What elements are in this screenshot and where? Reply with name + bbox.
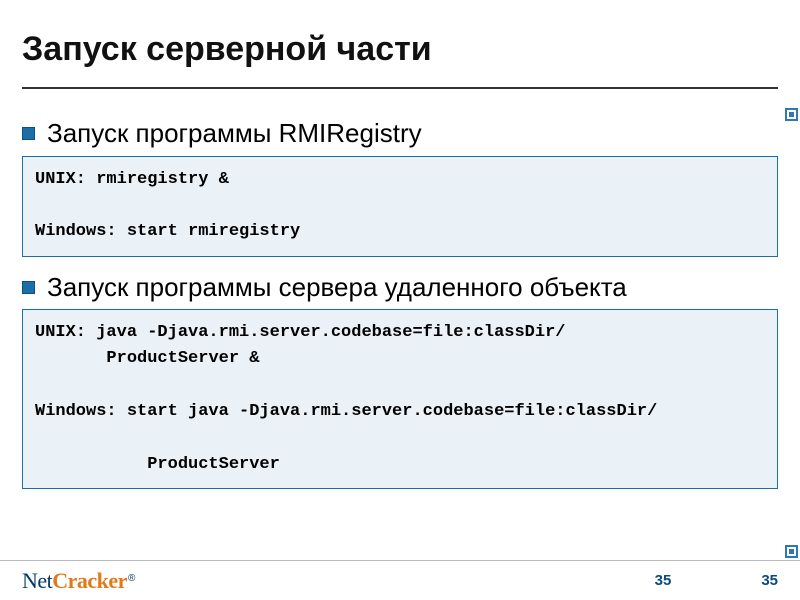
bullet-icon	[22, 281, 35, 294]
brand-cracker: Cracker	[52, 568, 127, 593]
bullet-icon	[22, 127, 35, 140]
brand-net: Net	[22, 568, 52, 593]
bullet-text: Запуск программы RMIRegistry	[47, 117, 422, 150]
footer: NetCracker® 35 35	[0, 560, 800, 600]
slide: Запуск серверной части Запуск программы …	[0, 0, 800, 600]
page-number: 35	[655, 572, 672, 589]
bullet-item: Запуск программы RMIRegistry	[22, 117, 778, 150]
code-block: UNIX: rmiregistry & Windows: start rmire…	[22, 156, 778, 257]
decor-square-icon	[785, 545, 798, 558]
brand-logo: NetCracker®	[22, 568, 135, 594]
page-numbers: 35 35	[655, 572, 778, 589]
content-area: Запуск программы RMIRegistry UNIX: rmire…	[0, 89, 800, 600]
title-wrap: Запуск серверной части	[0, 0, 800, 77]
page-title: Запуск серверной части	[22, 30, 778, 69]
code-block: UNIX: java -Djava.rmi.server.codebase=fi…	[22, 309, 778, 489]
bullet-text: Запуск программы сервера удаленного объе…	[47, 271, 627, 304]
decor-square-icon	[785, 108, 798, 121]
bullet-item: Запуск программы сервера удаленного объе…	[22, 271, 778, 304]
page-number: 35	[761, 572, 778, 589]
brand-registered-icon: ®	[128, 573, 135, 584]
